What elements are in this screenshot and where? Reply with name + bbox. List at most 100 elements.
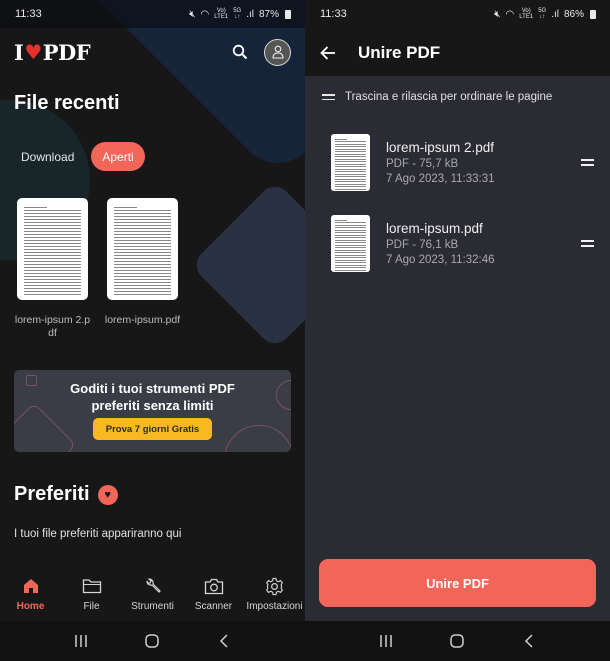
thumbnail-text-line — [24, 252, 81, 253]
thumbnail-text-line — [24, 267, 81, 268]
battery-percent: 86% — [563, 8, 584, 20]
thumbnail-text-line — [114, 210, 171, 211]
thumbnail-text-line — [24, 237, 81, 238]
thumbnail-text-line — [335, 232, 366, 233]
back-arrow-icon[interactable] — [320, 45, 336, 60]
recent-file-item[interactable]: lorem-ipsum.pdf — [105, 198, 180, 340]
recent-files-title: File recenti — [14, 92, 120, 114]
thumbnail-text-line — [335, 148, 366, 150]
thumbnail-text-line — [335, 168, 366, 170]
merge-header: Unire PDF — [305, 30, 610, 75]
file-date: 7 Ago 2023, 11:32:46 — [386, 253, 495, 266]
thumbnail-text-line — [114, 270, 171, 271]
recent-apps-icon[interactable] — [66, 626, 96, 656]
thumbnail-text-line — [335, 146, 366, 147]
thumbnail-text-line — [335, 252, 366, 253]
ilovepdf-logo: I ♥ PDF — [14, 39, 91, 65]
nav-impostazioni[interactable]: Impostazioni — [244, 575, 305, 621]
recent-files-list: lorem-ipsum 2.pdf lorem-ipsum.pdf — [15, 198, 180, 340]
thumbnail-text-line — [24, 288, 81, 289]
mute-icon: 🔇︎ — [494, 8, 501, 20]
background-shape — [190, 180, 305, 350]
back-icon[interactable] — [209, 626, 239, 656]
thumbnail-text-line — [114, 249, 171, 250]
thumbnail-text-line — [335, 171, 366, 172]
recent-file-item[interactable]: lorem-ipsum 2.pdf — [15, 198, 90, 340]
thumbnail-text-line — [24, 261, 81, 262]
free-trial-button[interactable]: Prova 7 giorni Gratis — [93, 418, 212, 440]
pdf-thumbnail — [17, 198, 88, 300]
hotspot-icon: ◠ — [200, 8, 210, 20]
thumbnail-text-line — [114, 216, 171, 217]
system-navigation-bar — [305, 621, 610, 661]
thumbnail-text-line — [24, 222, 81, 223]
nav-scanner[interactable]: Scanner — [183, 575, 244, 621]
home-button-icon[interactable] — [442, 626, 472, 656]
drag-handle-icon[interactable] — [581, 158, 594, 166]
merge-pdf-screen: 11:33 🔇︎ ◠ Vo) LTE1 5G ↓↑ .ıl 86% Unire PD… — [305, 0, 610, 661]
thumbnail-text-line — [335, 262, 366, 263]
thumbnail-text-line — [335, 239, 366, 241]
thumbnail-text-line — [24, 279, 81, 280]
folder-icon — [82, 575, 102, 597]
system-navigation-bar — [0, 621, 305, 661]
signal-icon: .ıl — [246, 8, 254, 20]
recent-apps-icon[interactable] — [371, 626, 401, 656]
thumbnail-text-line — [335, 173, 366, 175]
volte-icon: Vo) LTE1 — [519, 8, 534, 20]
merge-file-item[interactable]: lorem-ipsum 2.pdf PDF - 75,7 kB 7 Ago 20… — [331, 133, 594, 191]
tab-aperti[interactable]: Aperti — [91, 142, 145, 171]
gear-icon — [265, 575, 284, 597]
nav-strumenti[interactable]: Strumenti — [122, 575, 183, 621]
thumbnail-text-line — [335, 161, 366, 162]
thumbnail-text-line — [24, 285, 81, 286]
decorative-circle — [224, 425, 291, 452]
thumbnail-text-line — [114, 276, 171, 277]
user-icon — [271, 45, 284, 59]
search-icon[interactable] — [232, 44, 248, 60]
thumbnail-text-line — [335, 188, 366, 190]
pdf-thumbnail — [107, 198, 178, 300]
thumbnail-text-line — [24, 264, 81, 265]
status-bar: 11:33 🔇︎ ◠ Vo) LTE1 5G ↓↑ .ıl 86% — [305, 0, 610, 28]
home-button-icon[interactable] — [137, 626, 167, 656]
profile-avatar[interactable] — [264, 38, 291, 66]
thumbnail-text-line — [114, 279, 171, 280]
thumbnail-text-line — [335, 227, 366, 228]
file-name: lorem-ipsum.pdf — [386, 220, 483, 236]
thumbnail-text-line — [335, 269, 366, 271]
thumbnail-text-line — [24, 213, 81, 214]
file-date: 7 Ago 2023, 11:33:31 — [386, 172, 495, 185]
thumbnail-text-line — [24, 228, 81, 229]
thumbnail-text-line — [335, 224, 366, 226]
hotspot-icon: ◠ — [505, 8, 515, 20]
merge-pdf-button[interactable]: Unire PDF — [319, 559, 596, 607]
status-time: 11:33 — [15, 8, 42, 20]
thumbnail-text-line — [114, 225, 171, 226]
thumbnail-text-line — [335, 247, 366, 248]
nav-file[interactable]: File — [61, 575, 122, 621]
thumbnail-text-line — [114, 252, 171, 253]
drag-handle-icon[interactable] — [581, 239, 594, 247]
thumbnail-text-line — [24, 282, 81, 283]
5g-icon: 5G ↓↑ — [233, 8, 242, 20]
thumbnail-text-line — [335, 181, 366, 182]
merge-file-item[interactable]: lorem-ipsum.pdf PDF - 76,1 kB 7 Ago 2023… — [331, 214, 594, 272]
thumbnail-text-line — [24, 255, 81, 256]
home-icon — [22, 575, 40, 597]
thumbnail-text-line — [335, 153, 366, 155]
back-icon[interactable] — [514, 626, 544, 656]
nav-home[interactable]: Home — [0, 575, 61, 621]
mute-icon: 🔇︎ — [189, 8, 196, 20]
thumbnail-text-line — [24, 276, 81, 277]
thumbnail-text-line — [335, 264, 366, 266]
thumbnail-text-line — [114, 231, 171, 232]
tab-download[interactable]: Download — [12, 142, 83, 171]
battery-percent: 87% — [258, 8, 279, 20]
premium-promo-banner[interactable]: Goditi i tuoi strumenti PDF preferiti se… — [14, 370, 291, 452]
thumbnail-text-line — [114, 213, 171, 214]
thumbnail-text-line — [114, 282, 171, 283]
thumbnail-text-line — [335, 229, 366, 231]
thumbnail-text-line — [114, 261, 171, 262]
volte-icon: Vo) LTE1 — [214, 8, 229, 20]
